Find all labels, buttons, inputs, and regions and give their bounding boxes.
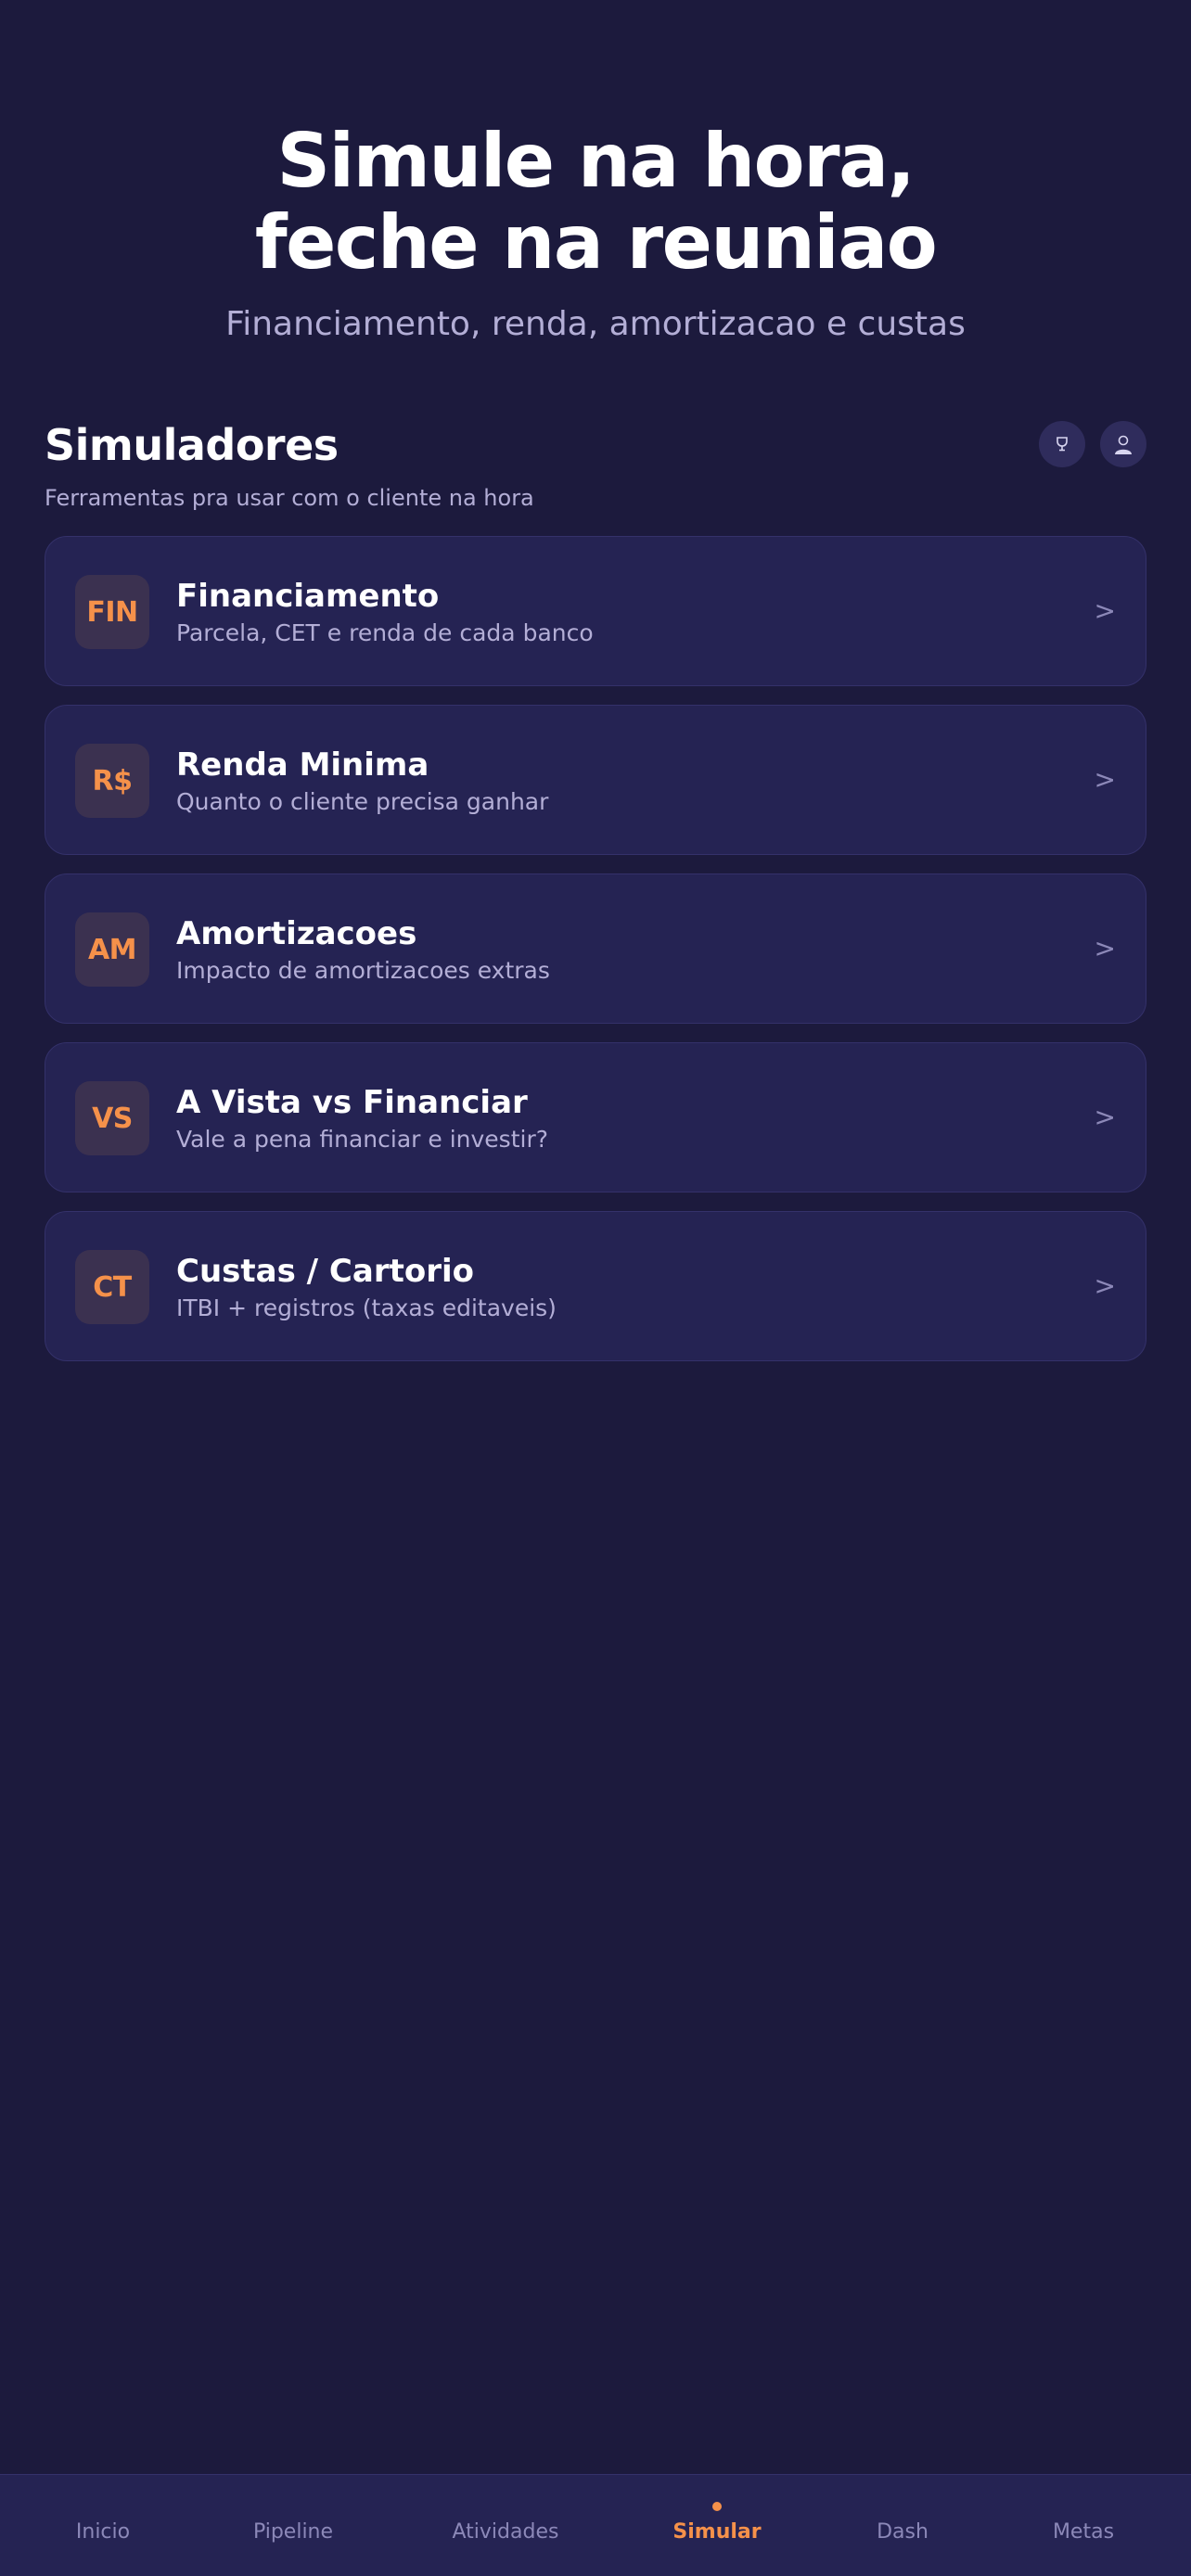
card-description: Vale a pena financiar e investir? <box>176 1126 548 1153</box>
chevron-right-icon: > <box>1094 595 1116 626</box>
card-title: A Vista vs Financiar <box>176 1084 528 1121</box>
section-subtitle: Ferramentas pra usar com o cliente na ho… <box>45 485 534 511</box>
card-title: Renda Minima <box>176 746 429 784</box>
hero-title-line-2: feche na reuniao <box>254 199 938 286</box>
card-text: Amortizacoes Impacto de amortizacoes ext… <box>176 915 550 986</box>
chevron-right-icon: > <box>1094 933 1116 963</box>
nav-item-inicio[interactable]: Inicio <box>10 2519 196 2545</box>
card-text: Renda Minima Quanto o cliente precisa ga… <box>176 746 548 817</box>
nav-item-pipeline[interactable]: Pipeline <box>200 2519 386 2545</box>
trophy-button[interactable] <box>1039 421 1085 467</box>
card-description: Quanto o cliente precisa ganhar <box>176 788 549 815</box>
card-badge: VS <box>75 1081 149 1155</box>
section-header: Simuladores <box>45 417 1146 473</box>
simulator-card-amortizacoes[interactable]: AM Amortizacoes Impacto de amortizacoes … <box>45 874 1146 1024</box>
chevron-right-icon: > <box>1094 764 1116 795</box>
card-badge: FIN <box>75 575 149 649</box>
card-description: ITBI + registros (taxas editaveis) <box>176 1294 557 1321</box>
card-description: Impacto de amortizacoes extras <box>176 957 550 984</box>
card-text: Financiamento Parcela, CET e renda de ca… <box>176 578 594 648</box>
section-title: Simuladores <box>45 420 339 470</box>
card-title: Amortizacoes <box>176 915 417 952</box>
simulator-card-financiamento[interactable]: FIN Financiamento Parcela, CET e renda d… <box>45 536 1146 686</box>
simulators-screen: Simule na hora, feche na reuniao Financi… <box>0 0 1191 2576</box>
chevron-right-icon: > <box>1094 1270 1116 1301</box>
simulator-card-a-vista-vs-financiar[interactable]: VS A Vista vs Financiar Vale a pena fina… <box>45 1042 1146 1192</box>
nav-item-simular[interactable]: Simular <box>624 2519 810 2545</box>
card-description: Parcela, CET e renda de cada banco <box>176 619 594 646</box>
hero-title: Simule na hora, feche na reuniao <box>0 121 1191 284</box>
simulator-list: FIN Financiamento Parcela, CET e renda d… <box>45 536 1146 1380</box>
simulator-card-renda-minima[interactable]: R$ Renda Minima Quanto o cliente precisa… <box>45 705 1146 855</box>
hero: Simule na hora, feche na reuniao Financi… <box>0 121 1191 345</box>
card-text: A Vista vs Financiar Vale a pena financi… <box>176 1084 548 1154</box>
trophy-icon <box>1057 437 1068 452</box>
hero-subtitle: Financiamento, renda, amortizacao e cust… <box>225 305 966 343</box>
simulator-card-custas-cartorio[interactable]: CT Custas / Cartorio ITBI + registros (t… <box>45 1211 1146 1361</box>
card-title: Custas / Cartorio <box>176 1253 474 1290</box>
chevron-right-icon: > <box>1094 1102 1116 1132</box>
card-badge: CT <box>75 1250 149 1324</box>
hero-title-line-1: Simule na hora, <box>276 118 916 204</box>
card-title: Financiamento <box>176 578 440 615</box>
card-text: Custas / Cartorio ITBI + registros (taxa… <box>176 1253 557 1323</box>
nav-item-metas[interactable]: Metas <box>991 2519 1176 2545</box>
nav-item-atividades[interactable]: Atividades <box>413 2519 598 2545</box>
profile-button[interactable] <box>1100 421 1146 467</box>
user-icon <box>1115 435 1132 454</box>
header-actions <box>1039 421 1146 467</box>
active-indicator-dot <box>712 2502 722 2511</box>
card-badge: R$ <box>75 744 149 818</box>
bottom-nav: Inicio Pipeline Atividades Simular Dash … <box>0 2474 1191 2576</box>
nav-item-dash[interactable]: Dash <box>810 2519 995 2545</box>
card-badge: AM <box>75 912 149 987</box>
